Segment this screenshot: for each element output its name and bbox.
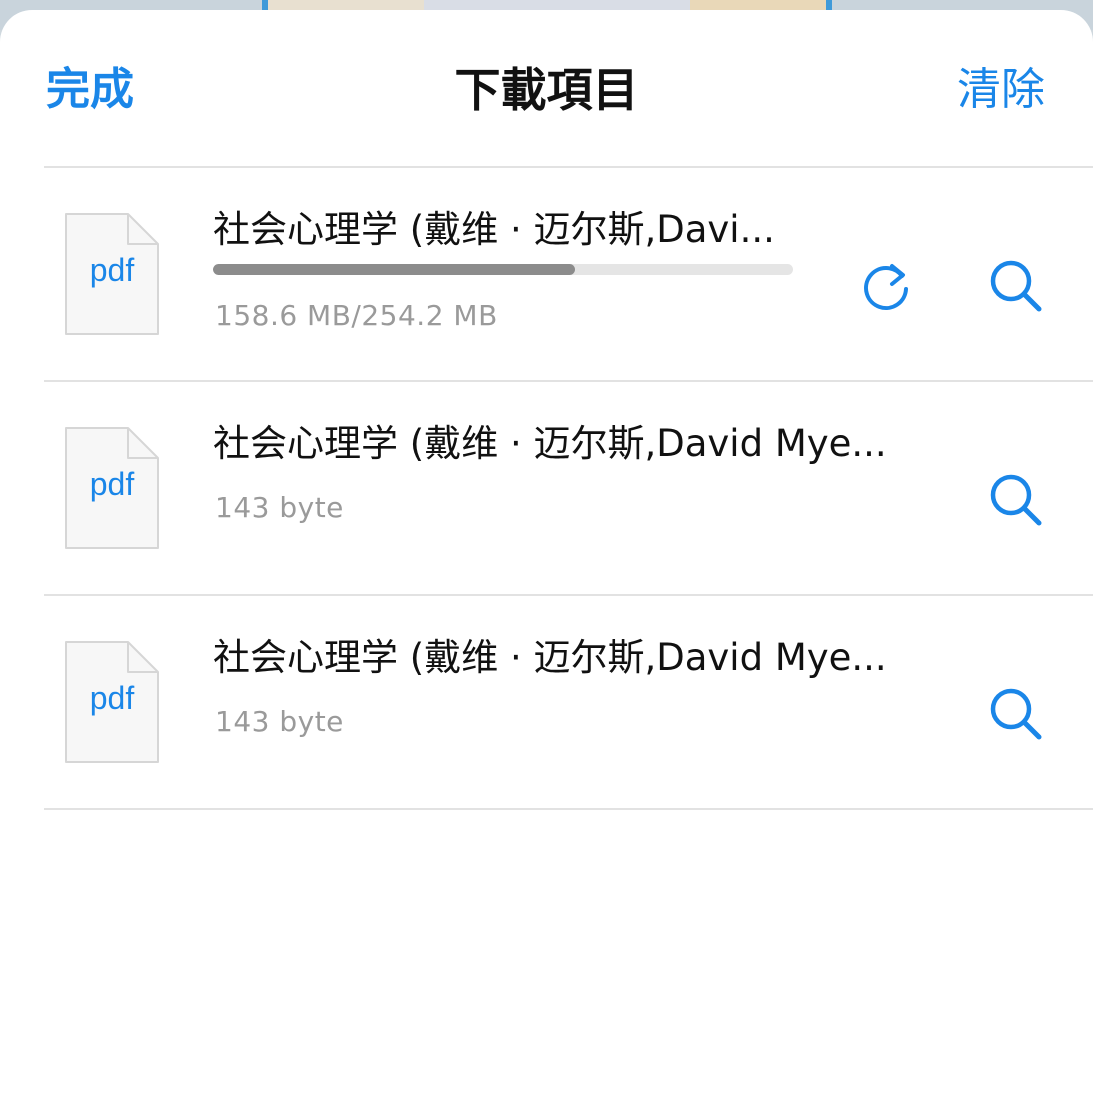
file-size: 143 byte	[215, 491, 344, 524]
file-size: 143 byte	[215, 705, 344, 738]
divider	[44, 808, 1093, 810]
file-size: 158.6 MB/254.2 MB	[215, 299, 498, 332]
pdf-file-icon: pdf	[64, 640, 160, 764]
search-icon[interactable]	[986, 256, 1046, 316]
download-item[interactable]: pdf 社会心理学 (戴维 · 迈尔斯,Davi... 158.6 MB/254…	[0, 168, 1093, 380]
download-progress-fill	[213, 264, 575, 275]
retry-icon[interactable]	[858, 256, 918, 316]
pdf-file-icon: pdf	[64, 212, 160, 336]
page-title: 下載項目	[454, 63, 639, 117]
file-name: 社会心理学 (戴维 · 迈尔斯,David Mye...	[213, 636, 887, 679]
download-item[interactable]: pdf 社会心理学 (戴维 · 迈尔斯,David Mye... 143 byt…	[0, 382, 1093, 594]
file-name: 社会心理学 (戴维 · 迈尔斯,Davi...	[213, 208, 775, 251]
clear-button[interactable]: 清除	[957, 62, 1045, 118]
downloads-sheet: 完成 下載項目 清除 pdf 社会心理学 (戴维 · 迈尔斯,Davi... 1…	[0, 10, 1093, 1110]
search-icon[interactable]	[986, 684, 1046, 744]
pdf-file-icon: pdf	[64, 426, 160, 550]
nav-bar: 完成 下載項目 清除	[0, 10, 1093, 166]
download-progress-bar	[213, 264, 793, 275]
file-type-label: pdf	[89, 466, 135, 502]
search-icon[interactable]	[986, 470, 1046, 530]
file-type-label: pdf	[89, 680, 135, 716]
file-type-label: pdf	[89, 252, 135, 288]
file-name: 社会心理学 (戴维 · 迈尔斯,David Mye...	[213, 422, 887, 465]
download-item[interactable]: pdf 社会心理学 (戴维 · 迈尔斯,David Mye... 143 byt…	[0, 596, 1093, 808]
